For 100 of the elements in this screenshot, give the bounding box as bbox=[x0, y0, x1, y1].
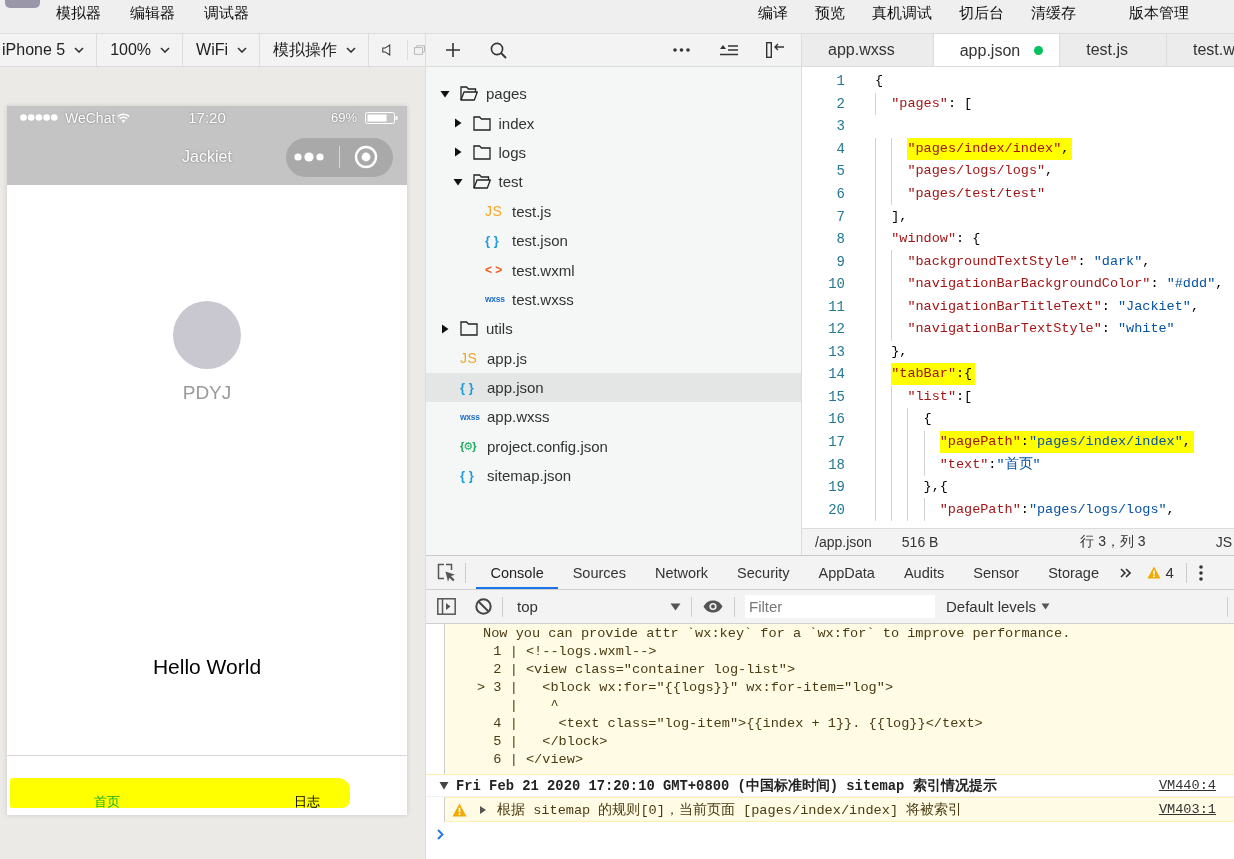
more-icon[interactable] bbox=[673, 48, 690, 52]
devtools-tab[interactable]: Security bbox=[722, 556, 804, 589]
toolbar-button[interactable]: 清缓存 bbox=[1031, 4, 1076, 22]
line-number: 6 bbox=[835, 186, 845, 202]
caret-right-icon[interactable] bbox=[452, 147, 463, 158]
toolbar-button[interactable]: 编译 bbox=[758, 4, 788, 22]
code-frame-line: 1 | <!--logs.wxml--> bbox=[492, 643, 658, 661]
tab-bar-item[interactable]: 日志 bbox=[207, 756, 407, 815]
battery-icon bbox=[365, 111, 398, 124]
caret-right-icon[interactable] bbox=[440, 323, 450, 334]
chevron-down-icon bbox=[346, 47, 357, 53]
filter-field[interactable]: Filter bbox=[745, 595, 935, 618]
toolbar-button[interactable]: 真机调试 bbox=[872, 4, 932, 22]
tree-item[interactable]: index bbox=[426, 108, 801, 138]
line-number: 14 bbox=[827, 366, 845, 383]
tree-item[interactable]: JS test.js bbox=[426, 196, 801, 226]
code-line: },{ bbox=[923, 478, 948, 497]
collapse-panel-icon[interactable] bbox=[766, 42, 784, 58]
outline-list-icon[interactable] bbox=[720, 44, 738, 56]
tree-item[interactable]: JS app.js bbox=[426, 343, 801, 373]
levels-dropdown[interactable]: Default levels bbox=[946, 598, 1051, 615]
menu-item[interactable]: 模拟器 bbox=[56, 4, 101, 22]
tree-item[interactable]: {⚙} project.config.json bbox=[426, 431, 801, 462]
file-type-icon: wxss bbox=[460, 409, 479, 425]
caret-down-icon[interactable] bbox=[452, 176, 463, 187]
dropdown[interactable]: WiFi bbox=[183, 34, 261, 66]
menu-item[interactable]: 编辑器 bbox=[130, 4, 175, 22]
search-icon[interactable] bbox=[490, 41, 507, 59]
line-number: 15 bbox=[827, 388, 845, 405]
devtools-tab[interactable]: Sources bbox=[558, 556, 641, 589]
dropdown[interactable]: 100% bbox=[97, 34, 184, 66]
indent-guide bbox=[923, 498, 925, 521]
line-number: 13 bbox=[827, 343, 845, 360]
tree-item[interactable]: logs bbox=[426, 137, 801, 168]
dropdown[interactable]: iPhone 5 bbox=[0, 34, 98, 66]
file-type-icon: wxss bbox=[485, 291, 504, 308]
chevron-down-icon bbox=[160, 47, 171, 53]
clear-console-icon[interactable] bbox=[475, 598, 492, 615]
sidebar-toggle-icon[interactable] bbox=[437, 598, 456, 615]
tree-item[interactable]: wxss test.wxss bbox=[426, 284, 801, 315]
devtools-tab[interactable]: Audits bbox=[889, 556, 959, 589]
line-number: 1 bbox=[835, 73, 845, 90]
devtools-tab[interactable]: Network bbox=[640, 556, 723, 589]
chevron-down-icon bbox=[237, 47, 248, 53]
tree-item[interactable]: < > test.wxml bbox=[426, 255, 801, 285]
toolbar-button[interactable]: 版本管理 bbox=[1129, 4, 1189, 22]
tree-item[interactable]: test bbox=[426, 167, 801, 197]
toolbar-button[interactable]: 预览 bbox=[815, 4, 845, 22]
tree-item[interactable]: utils bbox=[426, 314, 801, 344]
file-type-icon: { } bbox=[460, 467, 479, 484]
editor-tab[interactable]: app.json bbox=[933, 34, 1061, 66]
devtools-tab[interactable]: AppData bbox=[804, 556, 890, 589]
line-number: 2 bbox=[835, 95, 845, 112]
source-link[interactable]: VM440:4 bbox=[1158, 778, 1216, 793]
code-line: ], bbox=[891, 207, 908, 226]
add-icon[interactable] bbox=[445, 42, 461, 58]
tree-item[interactable]: { } sitemap.json bbox=[426, 461, 801, 491]
editor-tab[interactable]: test.w bbox=[1167, 34, 1234, 66]
eye-icon[interactable] bbox=[703, 600, 723, 613]
battery-percent: 69% bbox=[330, 110, 357, 125]
more-dots-icon[interactable] bbox=[294, 152, 324, 162]
code-line: "pages/logs/logs", bbox=[907, 162, 1054, 181]
inspect-element-icon[interactable] bbox=[437, 563, 456, 582]
file-size: 516 B bbox=[901, 534, 939, 550]
chevrons-right-icon[interactable] bbox=[1120, 567, 1132, 578]
code-frame-line: 2 | <view class="container log-list"> bbox=[492, 661, 797, 679]
code-line: }, bbox=[891, 342, 908, 361]
language-mode[interactable]: JS bbox=[1215, 534, 1232, 550]
devtools-tab[interactable]: Storage bbox=[1033, 556, 1114, 589]
line-number: 10 bbox=[827, 276, 845, 293]
dropdown[interactable]: 模拟操作 bbox=[260, 34, 370, 66]
signal-dots-icon bbox=[20, 114, 58, 121]
cursor-position[interactable]: 行 3，列 3 bbox=[1080, 533, 1146, 551]
tree-item[interactable]: wxss app.wxss bbox=[426, 402, 801, 432]
devtools-tab[interactable]: Sensor bbox=[958, 556, 1034, 589]
toolbar-button[interactable]: 切后台 bbox=[959, 4, 1004, 22]
folder-icon bbox=[472, 144, 491, 160]
context-select[interactable]: top bbox=[513, 598, 681, 615]
nav-title: Jackiet bbox=[182, 148, 232, 166]
code-frame-line: > 3 | <block wx:for="{{logs}}" wx:for-item="log"> bbox=[477, 679, 895, 697]
caret-down-icon[interactable] bbox=[439, 781, 449, 790]
caret-right-icon[interactable] bbox=[479, 804, 487, 815]
editor-tab[interactable]: test.js bbox=[1060, 34, 1167, 66]
file-type-icon: JS bbox=[485, 203, 504, 220]
ring-dot-icon[interactable] bbox=[354, 145, 378, 169]
speaker-icon[interactable] bbox=[382, 43, 392, 57]
caret-down-icon[interactable] bbox=[440, 88, 450, 99]
tree-item[interactable]: { } test.json bbox=[426, 225, 801, 256]
editor-tab[interactable]: app.wxss bbox=[802, 34, 934, 66]
kebab-menu-icon[interactable] bbox=[1198, 564, 1203, 581]
line-number: 20 bbox=[827, 501, 845, 518]
code-line: "window": { bbox=[891, 230, 981, 249]
warning-count[interactable]: 4 bbox=[1147, 564, 1174, 581]
tree-item[interactable]: { } app.json bbox=[426, 372, 801, 403]
carrier-name: WeChat bbox=[65, 109, 116, 126]
caret-right-icon[interactable] bbox=[452, 118, 463, 129]
line-number: 19 bbox=[827, 479, 845, 496]
menu-item[interactable]: 调试器 bbox=[204, 4, 249, 22]
tree-item[interactable]: pages bbox=[426, 79, 801, 109]
source-link[interactable]: VM403:1 bbox=[1158, 802, 1216, 817]
